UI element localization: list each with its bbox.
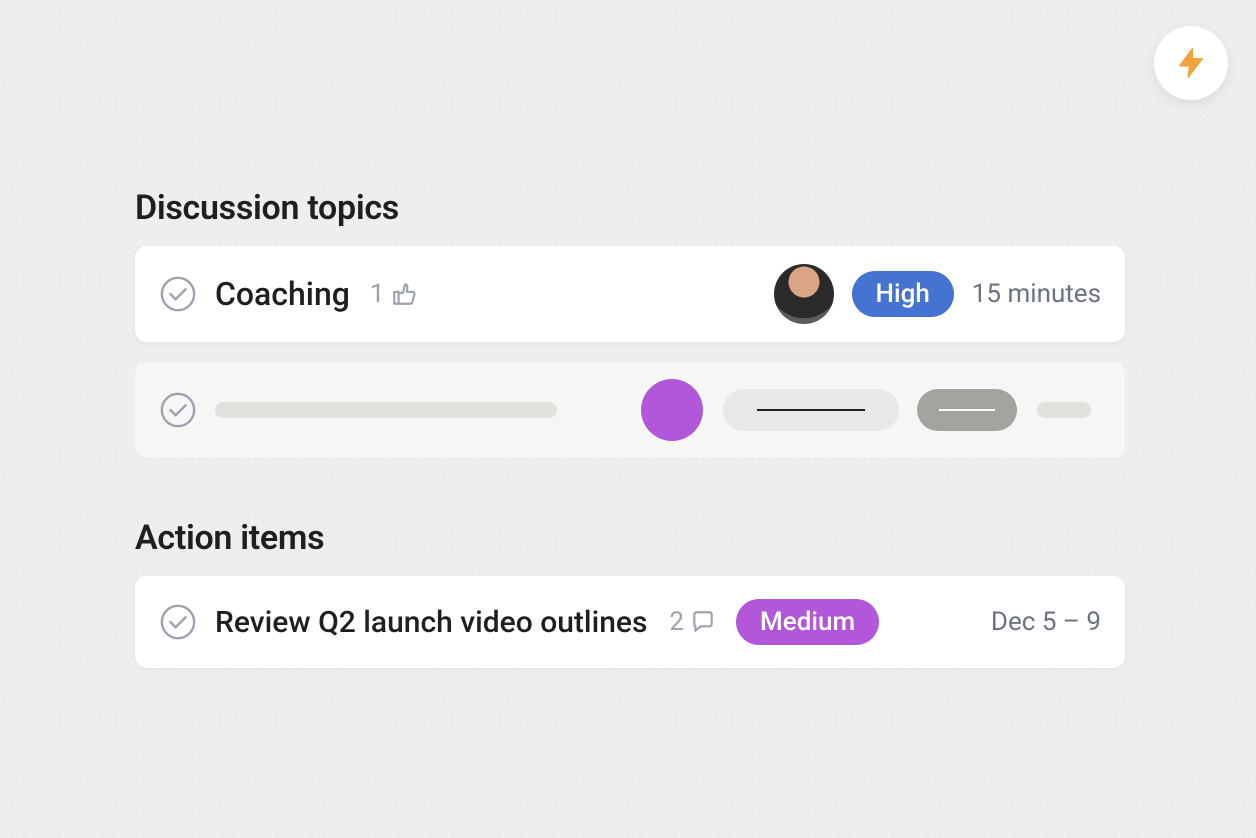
- task-title: Coaching: [215, 275, 350, 313]
- task-title: Review Q2 launch video outlines: [215, 605, 647, 640]
- priority-badge-medium[interactable]: Medium: [736, 599, 879, 645]
- comment-count: 2: [669, 607, 684, 637]
- like-group[interactable]: 1: [370, 279, 417, 309]
- lightning-icon: [1174, 46, 1208, 80]
- complete-checkbox[interactable]: [159, 603, 197, 641]
- secondary-badge-placeholder[interactable]: [917, 389, 1017, 431]
- comments-group[interactable]: 2: [669, 607, 716, 637]
- action-items-heading: Action items: [135, 518, 1125, 558]
- discussion-topics-heading: Discussion topics: [135, 188, 1125, 228]
- meta-placeholder: [1037, 402, 1091, 418]
- chat-bubble-icon: [690, 609, 716, 635]
- date-range-label: Dec 5 – 9: [991, 607, 1101, 637]
- main-content: Discussion topics Coaching 1 High 15 min…: [135, 188, 1125, 688]
- thumbs-up-icon: [391, 281, 417, 307]
- complete-checkbox[interactable]: [159, 391, 197, 429]
- assignee-avatar[interactable]: [774, 264, 834, 324]
- complete-checkbox[interactable]: [159, 275, 197, 313]
- automation-button[interactable]: [1154, 26, 1228, 100]
- action-item-row[interactable]: Review Q2 launch video outlines 2 Medium…: [135, 576, 1125, 668]
- like-count: 1: [370, 279, 385, 309]
- discussion-topic-row[interactable]: Coaching 1 High 15 minutes: [135, 246, 1125, 342]
- priority-badge-placeholder[interactable]: [723, 389, 899, 431]
- discussion-topic-placeholder-row[interactable]: [135, 362, 1125, 458]
- assignee-avatar-placeholder[interactable]: [641, 379, 703, 441]
- task-title-placeholder: [215, 402, 557, 418]
- duration-label: 15 minutes: [954, 279, 1101, 309]
- priority-badge-high[interactable]: High: [852, 271, 954, 317]
